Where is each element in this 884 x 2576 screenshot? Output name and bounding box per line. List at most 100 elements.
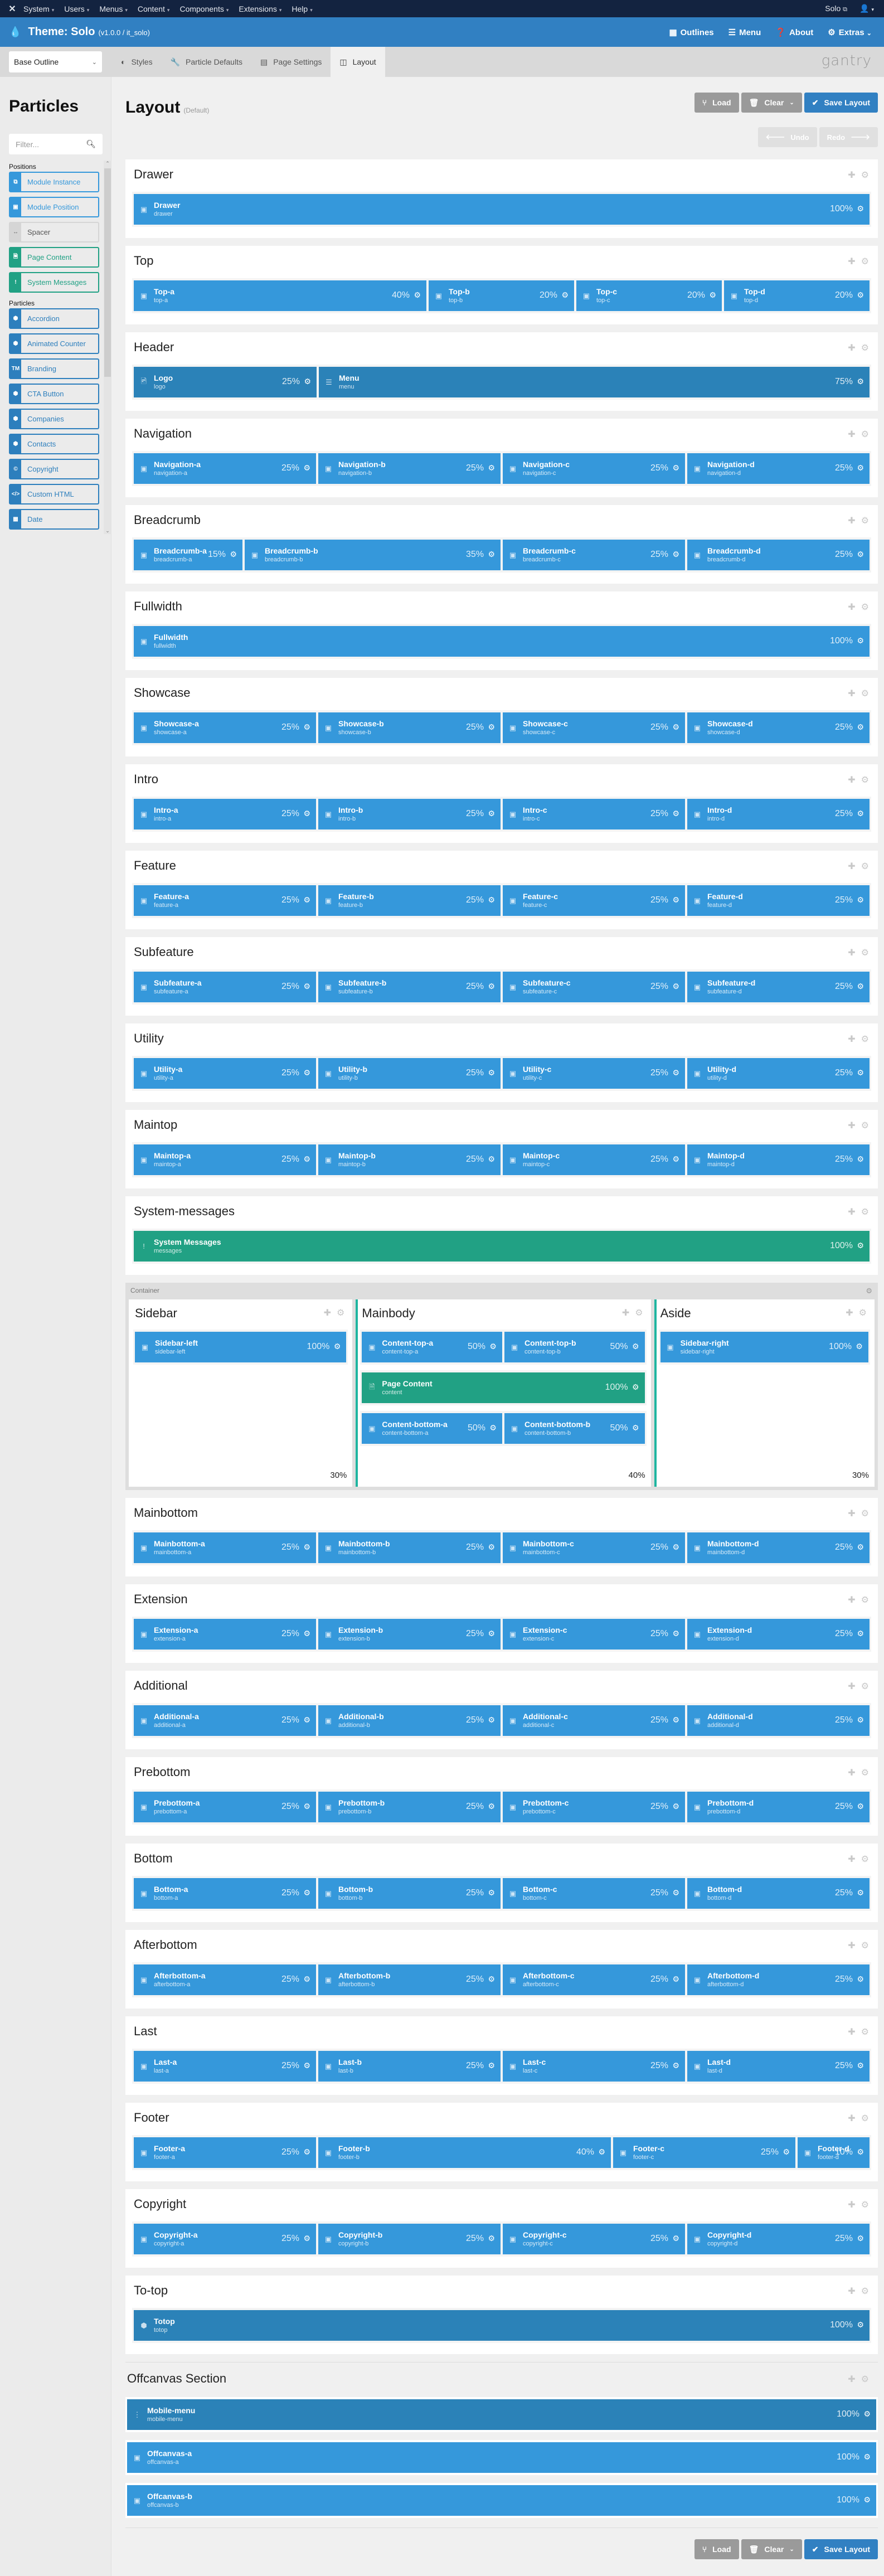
- section-settings-icon[interactable]: ⚙: [861, 2374, 869, 2385]
- add-row-icon[interactable]: ✚: [848, 429, 855, 440]
- block-settings-icon[interactable]: ⚙: [857, 982, 864, 991]
- section-settings-icon[interactable]: ⚙: [861, 1940, 869, 1951]
- block-settings-icon[interactable]: ⚙: [303, 895, 310, 905]
- block-intro-b[interactable]: ▣ Intro-b intro-b 25% ⚙: [318, 799, 501, 829]
- section-settings-icon[interactable]: ⚙: [861, 2199, 869, 2210]
- block-bottom-c[interactable]: ▣ Bottom-c bottom-c 25% ⚙: [503, 1878, 685, 1909]
- block-settings-icon[interactable]: ⚙: [303, 722, 310, 732]
- section-settings-icon[interactable]: ⚙: [861, 1681, 869, 1692]
- block-additional-c[interactable]: ▣ Additional-c additional-c 25% ⚙: [503, 1705, 685, 1736]
- block-intro-a[interactable]: ▣ Intro-a intro-a 25% ⚙: [134, 799, 316, 829]
- particle-list-scrollbar[interactable]: ⌃ ⌄: [104, 161, 111, 534]
- block-settings-icon[interactable]: ⚙: [857, 377, 864, 386]
- menu-components[interactable]: Components ▾: [179, 4, 229, 13]
- section-settings-icon[interactable]: ⚙: [861, 601, 869, 613]
- block-last-a[interactable]: ▣ Last-a last-a 25% ⚙: [134, 2051, 316, 2082]
- block-prebottom-c[interactable]: ▣ Prebottom-c prebottom-c 25% ⚙: [503, 1792, 685, 1822]
- add-row-icon[interactable]: ✚: [848, 1508, 855, 1519]
- add-row-icon[interactable]: ✚: [848, 861, 855, 872]
- add-row-icon[interactable]: ✚: [848, 1681, 855, 1692]
- section-settings-icon[interactable]: ⚙: [861, 1034, 869, 1045]
- block-menu[interactable]: ☰ Menu menu 75% ⚙: [319, 367, 870, 397]
- outline-select[interactable]: Base Outline ⌄: [9, 51, 102, 72]
- section-settings-icon[interactable]: ⚙: [861, 256, 869, 267]
- add-row-icon[interactable]: ✚: [848, 1034, 855, 1045]
- block-utility-d[interactable]: ▣ Utility-d utility-d 25% ⚙: [687, 1058, 870, 1089]
- block-intro-c[interactable]: ▣ Intro-c intro-c 25% ⚙: [503, 799, 685, 829]
- block-settings-icon[interactable]: ⚙: [856, 1342, 863, 1351]
- add-row-icon[interactable]: ✚: [622, 1307, 629, 1318]
- block-drawer[interactable]: ▣ Drawer drawer 100% ⚙: [134, 194, 870, 225]
- block-settings-icon[interactable]: ⚙: [632, 1382, 639, 1392]
- block-settings-icon[interactable]: ⚙: [672, 1629, 679, 1638]
- container-settings-icon[interactable]: ⚙: [866, 1287, 872, 1296]
- add-row-icon[interactable]: ✚: [848, 2286, 855, 2297]
- add-row-icon[interactable]: ✚: [846, 1307, 853, 1318]
- block-logo[interactable]: 🖻 Logo logo 25% ⚙: [134, 367, 317, 397]
- section-settings-icon[interactable]: ⚙: [861, 342, 869, 353]
- block-settings-icon[interactable]: ⚙: [334, 1342, 341, 1351]
- section-settings-icon[interactable]: ⚙: [635, 1307, 643, 1318]
- block-messages[interactable]: ! System Messages messages 100% ⚙: [134, 1231, 870, 1262]
- menu-extensions[interactable]: Extensions ▾: [239, 4, 281, 13]
- block-settings-icon[interactable]: ⚙: [857, 1715, 864, 1725]
- block-settings-icon[interactable]: ⚙: [857, 809, 864, 818]
- block-settings-icon[interactable]: ⚙: [672, 1154, 679, 1164]
- section-settings-icon[interactable]: ⚙: [861, 774, 869, 785]
- block-settings-icon[interactable]: ⚙: [304, 377, 311, 386]
- particle-module-instance[interactable]: ⧉ Module Instance: [9, 172, 99, 192]
- block-additional-a[interactable]: ▣ Additional-a additional-a 25% ⚙: [134, 1705, 316, 1736]
- section-settings-icon[interactable]: ⚙: [861, 429, 869, 440]
- clear-button[interactable]: 🗑 Clear ⌄: [741, 2539, 802, 2559]
- block-extension-a[interactable]: ▣ Extension-a extension-a 25% ⚙: [134, 1619, 316, 1650]
- block-copyright-a[interactable]: ▣ Copyright-a copyright-a 25% ⚙: [134, 2224, 316, 2254]
- block-feature-a[interactable]: ▣ Feature-a feature-a 25% ⚙: [134, 885, 316, 916]
- block-afterbottom-a[interactable]: ▣ Afterbottom-a afterbottom-a 25% ⚙: [134, 1964, 316, 1995]
- block-fullwidth[interactable]: ▣ Fullwidth fullwidth 100% ⚙: [134, 626, 870, 657]
- add-row-icon[interactable]: ✚: [848, 1594, 855, 1605]
- load-button[interactable]: ⑂ Load: [694, 2539, 739, 2559]
- block-feature-d[interactable]: ▣ Feature-d feature-d 25% ⚙: [687, 885, 870, 916]
- block-settings-icon[interactable]: ⚙: [857, 1542, 864, 1552]
- block-settings-icon[interactable]: ⚙: [303, 2147, 310, 2157]
- block-feature-b[interactable]: ▣ Feature-b feature-b 25% ⚙: [318, 885, 501, 916]
- clear-button[interactable]: 🗑 Clear ⌄: [741, 93, 802, 113]
- block-settings-icon[interactable]: ⚙: [857, 1241, 864, 1250]
- block-prebottom-a[interactable]: ▣ Prebottom-a prebottom-a 25% ⚙: [134, 1792, 316, 1822]
- block-extension-b[interactable]: ▣ Extension-b extension-b 25% ⚙: [318, 1619, 501, 1650]
- add-row-icon[interactable]: ✚: [848, 601, 855, 613]
- particle-accordion[interactable]: ⬢ Accordion: [9, 308, 99, 329]
- block-settings-icon[interactable]: ⚙: [488, 463, 495, 473]
- block-breadcrumb-c[interactable]: ▣ Breadcrumb-c breadcrumb-c 25% ⚙: [503, 540, 685, 570]
- block-settings-icon[interactable]: ⚙: [488, 1154, 495, 1164]
- block-last-b[interactable]: ▣ Last-b last-b 25% ⚙: [318, 2051, 501, 2082]
- scroll-up-icon[interactable]: ⌃: [104, 161, 111, 167]
- block-copyright-b[interactable]: ▣ Copyright-b copyright-b 25% ⚙: [318, 2224, 501, 2254]
- block-settings-icon[interactable]: ⚙: [414, 290, 421, 300]
- block-bottom-a[interactable]: ▣ Bottom-a bottom-a 25% ⚙: [134, 1878, 316, 1909]
- particle-copyright[interactable]: © Copyright: [9, 459, 99, 479]
- block-settings-icon[interactable]: ⚙: [488, 2061, 495, 2070]
- block-footer-d[interactable]: ▣ Footer-d footer-d 10% ⚙: [798, 2137, 870, 2168]
- block-settings-icon[interactable]: ⚙: [672, 463, 679, 473]
- block-settings-icon[interactable]: ⚙: [303, 1888, 310, 1898]
- tab-layout[interactable]: ◫ Layout: [331, 47, 385, 77]
- block-showcase-b[interactable]: ▣ Showcase-b showcase-b 25% ⚙: [318, 712, 501, 743]
- block-navigation-c[interactable]: ▣ Navigation-c navigation-c 25% ⚙: [503, 453, 685, 484]
- block-settings-icon[interactable]: ⚙: [857, 1629, 864, 1638]
- add-row-icon[interactable]: ✚: [848, 947, 855, 958]
- block-extension-c[interactable]: ▣ Extension-c extension-c 25% ⚙: [503, 1619, 685, 1650]
- section-settings-icon[interactable]: ⚙: [859, 1307, 867, 1318]
- tab-page-settings[interactable]: ▤ Page Settings: [251, 47, 331, 77]
- joomla-logo-icon[interactable]: ✕: [7, 3, 18, 14]
- particle-page-content[interactable]: 🗎 Page Content: [9, 247, 99, 268]
- block-top-d[interactable]: ▣ Top-d top-d 20% ⚙: [724, 280, 870, 311]
- block-settings-icon[interactable]: ⚙: [857, 204, 864, 214]
- user-menu[interactable]: 👤 ▾: [859, 4, 874, 13]
- particle-system-messages[interactable]: ! System Messages: [9, 272, 99, 293]
- block-settings-icon[interactable]: ⚙: [488, 1888, 495, 1898]
- undo-button[interactable]: 🡐 Undo: [757, 127, 817, 147]
- block-settings-icon[interactable]: ⚙: [672, 550, 679, 559]
- block-additional-d[interactable]: ▣ Additional-d additional-d 25% ⚙: [687, 1705, 870, 1736]
- scrollbar-thumb[interactable]: [104, 168, 111, 377]
